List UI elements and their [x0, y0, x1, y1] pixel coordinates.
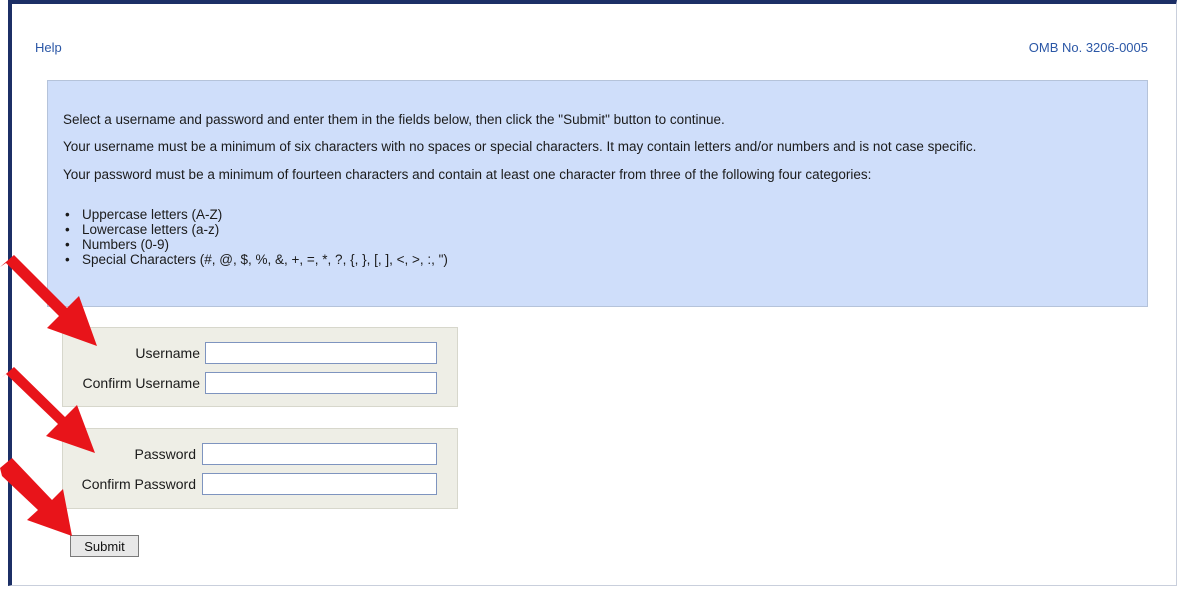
instruction-line-1: Select a username and password and enter… [63, 112, 725, 127]
confirm-username-input[interactable] [205, 372, 437, 394]
password-arrow-icon [0, 367, 95, 453]
username-input[interactable] [205, 342, 437, 364]
list-item: • Uppercase letters (A-Z) [65, 207, 223, 222]
instruction-line-2: Your username must be a minimum of six c… [63, 139, 977, 154]
username-panel: Username Confirm Username [62, 327, 458, 407]
bullet-icon: • [65, 207, 70, 222]
list-item: • Numbers (0-9) [65, 237, 170, 252]
bullet-icon: • [65, 222, 70, 237]
help-link[interactable]: Help [35, 40, 62, 55]
confirm-password-label: Confirm Password [81, 476, 196, 492]
submit-arrow-icon [0, 458, 72, 536]
password-panel: Password Confirm Password [62, 428, 458, 509]
instructions-box: Select a username and password and enter… [47, 80, 1148, 307]
confirm-password-input[interactable] [202, 473, 437, 495]
omb-number: OMB No. 3206-0005 [1028, 40, 1148, 55]
username-arrow-icon [0, 255, 97, 346]
submit-button[interactable]: Submit [70, 535, 139, 557]
list-item: • Lowercase letters (a-z) [65, 222, 220, 237]
password-category-list: • Uppercase letters (A-Z) • Lowercase lett… [63, 207, 448, 267]
instruction-line-3: Your password must be a minimum of fourt… [63, 167, 872, 182]
password-input[interactable] [202, 443, 437, 465]
list-item: • Special Characters (#, @, $, %, &, +, =… [65, 252, 448, 267]
bullet-icon: • [65, 237, 70, 252]
